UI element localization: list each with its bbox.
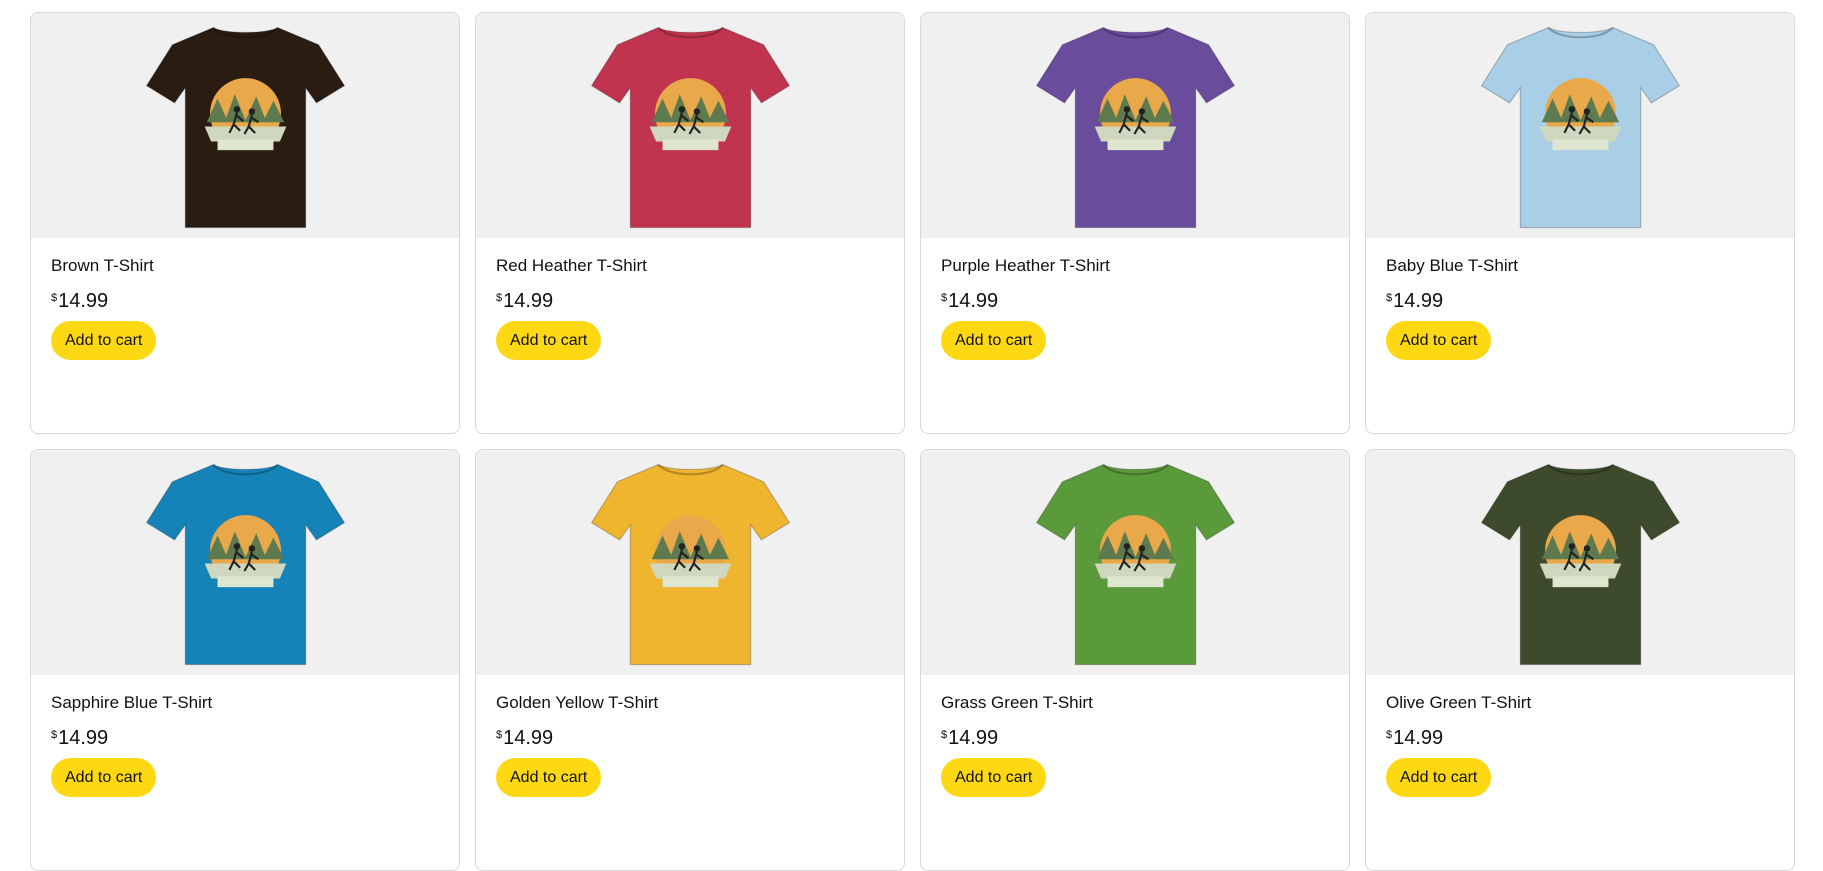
product-title[interactable]: Olive Green T-Shirt [1386,693,1774,713]
product-image-area[interactable] [921,450,1349,675]
add-to-cart-button[interactable]: Add to cart [51,321,157,360]
product-card: Golden Yellow T-Shirt $ 14.99 Add to car… [475,449,905,871]
product-price: $ 14.99 [941,727,1329,749]
product-price: $ 14.99 [51,290,439,312]
price-amount: 14.99 [948,290,999,312]
product-price: $ 14.99 [1386,290,1774,312]
product-image-area[interactable] [476,450,904,675]
price-currency: $ [51,729,58,741]
price-currency: $ [1386,729,1393,741]
product-price: $ 14.99 [51,727,439,749]
product-title[interactable]: Baby Blue T-Shirt [1386,256,1774,276]
tshirt-image[interactable] [583,19,798,234]
product-price: $ 14.99 [1386,727,1774,749]
add-to-cart-button[interactable]: Add to cart [1386,321,1492,360]
product-image-area[interactable] [1366,13,1794,238]
product-card: Grass Green T-Shirt $ 14.99 Add to cart [920,449,1350,871]
price-amount: 14.99 [58,727,109,749]
tshirt-image[interactable] [1473,19,1688,234]
product-image-area[interactable] [31,13,459,238]
product-title[interactable]: Sapphire Blue T-Shirt [51,693,439,713]
product-title[interactable]: Purple Heather T-Shirt [941,256,1329,276]
price-amount: 14.99 [503,290,554,312]
tshirt-image[interactable] [1473,456,1688,671]
product-card: Baby Blue T-Shirt $ 14.99 Add to cart [1365,12,1795,434]
add-to-cart-button[interactable]: Add to cart [496,758,602,797]
price-currency: $ [496,292,503,304]
product-title[interactable]: Red Heather T-Shirt [496,256,884,276]
price-amount: 14.99 [58,290,109,312]
tshirt-image[interactable] [583,456,798,671]
add-to-cart-button[interactable]: Add to cart [51,758,157,797]
product-image-area[interactable] [476,13,904,238]
product-card: Olive Green T-Shirt $ 14.99 Add to cart [1365,449,1795,871]
tshirt-image[interactable] [138,19,353,234]
price-amount: 14.99 [948,727,999,749]
price-currency: $ [496,729,503,741]
product-card: Red Heather T-Shirt $ 14.99 Add to cart [475,12,905,434]
product-title[interactable]: Grass Green T-Shirt [941,693,1329,713]
product-grid: Brown T-Shirt $ 14.99 Add to cart Red He… [30,12,1795,871]
price-currency: $ [941,729,948,741]
product-title[interactable]: Golden Yellow T-Shirt [496,693,884,713]
tshirt-image[interactable] [1028,19,1243,234]
tshirt-image[interactable] [1028,456,1243,671]
price-currency: $ [1386,292,1393,304]
price-amount: 14.99 [1393,290,1444,312]
product-card: Purple Heather T-Shirt $ 14.99 Add to ca… [920,12,1350,434]
product-image-area[interactable] [921,13,1349,238]
add-to-cart-button[interactable]: Add to cart [496,321,602,360]
product-price: $ 14.99 [941,290,1329,312]
product-price: $ 14.99 [496,727,884,749]
price-currency: $ [51,292,58,304]
product-card: Brown T-Shirt $ 14.99 Add to cart [30,12,460,434]
tshirt-image[interactable] [138,456,353,671]
price-amount: 14.99 [1393,727,1444,749]
product-price: $ 14.99 [496,290,884,312]
product-image-area[interactable] [31,450,459,675]
price-currency: $ [941,292,948,304]
product-title[interactable]: Brown T-Shirt [51,256,439,276]
add-to-cart-button[interactable]: Add to cart [941,321,1047,360]
product-image-area[interactable] [1366,450,1794,675]
product-card: Sapphire Blue T-Shirt $ 14.99 Add to car… [30,449,460,871]
price-amount: 14.99 [503,727,554,749]
add-to-cart-button[interactable]: Add to cart [1386,758,1492,797]
add-to-cart-button[interactable]: Add to cart [941,758,1047,797]
